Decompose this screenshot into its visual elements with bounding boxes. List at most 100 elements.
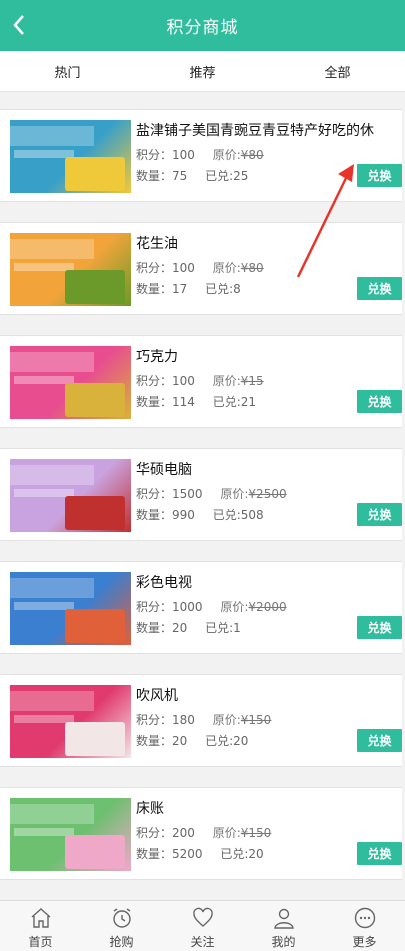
stock-row: 数量：20 已兑:20 — [136, 732, 248, 749]
original-price-label: 原价: — [220, 600, 249, 614]
redeem-button[interactable]: 兑换 — [357, 164, 402, 187]
image-banner — [10, 804, 94, 824]
product-item[interactable]: 巧克力 积分：100 原价:¥15 数量：114 已兑:21 兑换 — [0, 335, 402, 428]
tabbar-label: 首页 — [28, 935, 53, 949]
points-value: 积分：200 — [136, 826, 195, 840]
image-banner — [10, 578, 94, 598]
redeem-button[interactable]: 兑换 — [357, 616, 402, 639]
chevron-left-icon — [13, 15, 24, 35]
image-product — [65, 835, 125, 869]
tabbar-label: 我的 — [271, 935, 296, 949]
product-name[interactable]: 巧克力 — [136, 346, 398, 366]
redeemed-count: 已兑:508 — [212, 508, 264, 522]
original-price: 原价:¥150 — [213, 713, 272, 727]
product-name[interactable]: 华硕电脑 — [136, 459, 398, 479]
quantity-value: 数量：17 — [136, 282, 188, 296]
original-price: 原价:¥2500 — [220, 487, 286, 501]
image-banner — [10, 126, 94, 146]
redeemed-count: 已兑:20 — [220, 847, 264, 861]
quantity-value: 数量：114 — [136, 395, 195, 409]
back-button[interactable] — [6, 10, 32, 40]
original-price-value: ¥80 — [240, 261, 264, 275]
image-product — [65, 157, 125, 191]
product-name[interactable]: 床账 — [136, 798, 398, 818]
original-price: 原价:¥2000 — [220, 600, 286, 614]
product-name[interactable]: 花生油 — [136, 233, 398, 253]
original-price-value: ¥15 — [240, 374, 264, 388]
image-product — [65, 609, 125, 643]
redeemed-count: 已兑:20 — [205, 734, 249, 748]
product-image[interactable] — [10, 459, 131, 532]
tab-all[interactable]: 全部 — [270, 51, 405, 91]
tabbar-follow[interactable]: 关注 — [162, 901, 243, 951]
tabbar-label: 更多 — [352, 935, 377, 949]
category-tabs: 热门 推荐 全部 — [0, 51, 405, 92]
image-banner — [10, 352, 94, 372]
image-product — [65, 722, 125, 756]
product-image[interactable] — [10, 685, 131, 758]
product-image[interactable] — [10, 120, 131, 193]
page-title: 积分商城 — [166, 18, 239, 38]
quantity-value: 数量：5200 — [136, 847, 203, 861]
points-value: 积分：180 — [136, 713, 195, 727]
points-row: 积分：200 原价:¥150 — [136, 824, 271, 841]
redeemed-count: 已兑:21 — [212, 395, 257, 409]
tab-hot[interactable]: 热门 — [0, 51, 135, 91]
product-item[interactable]: 华硕电脑 积分：1500 原价:¥2500 数量：990 已兑:508 兑换 — [0, 448, 402, 541]
original-price-value: ¥2500 — [248, 487, 287, 501]
image-product — [65, 270, 125, 304]
redeem-button[interactable]: 兑换 — [357, 842, 402, 865]
product-name[interactable]: 吹风机 — [136, 685, 398, 705]
image-product — [65, 496, 125, 530]
original-price-label: 原价: — [212, 826, 241, 840]
quantity-value: 数量：75 — [136, 169, 188, 183]
alarm-clock-icon — [112, 908, 131, 928]
redeemed-count: 已兑:25 — [205, 169, 249, 183]
redeem-button[interactable]: 兑换 — [357, 729, 402, 752]
points-value: 积分：100 — [136, 148, 195, 162]
product-item[interactable]: 床账 积分：200 原价:¥150 数量：5200 已兑:20 兑换 — [0, 787, 402, 880]
redeem-button[interactable]: 兑换 — [357, 503, 402, 526]
redeemed-count: 已兑:8 — [205, 282, 241, 296]
quantity-value: 数量：20 — [136, 734, 188, 748]
tabbar-mine[interactable]: 我的 — [243, 901, 324, 951]
product-image[interactable] — [10, 233, 131, 306]
product-image[interactable] — [10, 798, 131, 871]
tabbar-home[interactable]: 首页 — [0, 901, 81, 951]
tabbar-label: 关注 — [190, 935, 215, 949]
tabbar-label: 抢购 — [109, 935, 134, 949]
original-price-value: ¥80 — [240, 148, 264, 162]
heart-icon — [192, 907, 213, 927]
product-image[interactable] — [10, 572, 131, 645]
original-price-value: ¥2000 — [248, 600, 287, 614]
redeem-button[interactable]: 兑换 — [357, 277, 402, 300]
redeemed-count: 已兑:1 — [205, 621, 241, 635]
tabbar-flash-sale[interactable]: 抢购 — [81, 901, 162, 951]
product-item[interactable]: 盐津铺子美国青豌豆青豆特产好吃的休 积分：100 原价:¥80 数量：75 已兑… — [0, 109, 402, 202]
points-value: 积分：1500 — [136, 487, 203, 501]
product-item[interactable]: 彩色电视 积分：1000 原价:¥2000 数量：20 已兑:1 兑换 — [0, 561, 402, 654]
original-price: 原价:¥80 — [213, 148, 264, 162]
redeem-button[interactable]: 兑换 — [357, 390, 402, 413]
stock-row: 数量：17 已兑:8 — [136, 280, 241, 297]
product-image[interactable] — [10, 346, 131, 419]
original-price-label: 原价: — [212, 148, 241, 162]
points-row: 积分：1500 原价:¥2500 — [136, 485, 287, 502]
points-row: 积分：180 原价:¥150 — [136, 711, 271, 728]
product-item[interactable]: 花生油 积分：100 原价:¥80 数量：17 已兑:8 兑换 — [0, 222, 402, 315]
home-icon — [31, 908, 50, 928]
product-name[interactable]: 盐津铺子美国青豌豆青豆特产好吃的休 — [136, 120, 398, 140]
original-price-value: ¥150 — [240, 713, 272, 727]
original-price-label: 原价: — [212, 374, 241, 388]
product-name[interactable]: 彩色电视 — [136, 572, 398, 592]
tabbar-more[interactable]: 更多 — [324, 901, 405, 951]
more-icon — [354, 907, 375, 929]
points-row: 积分：100 原价:¥80 — [136, 146, 264, 163]
image-banner — [10, 465, 94, 485]
image-banner — [10, 691, 94, 711]
app-header: 积分商城 — [0, 0, 405, 51]
points-row: 积分：100 原价:¥15 — [136, 372, 264, 389]
original-price-label: 原价: — [220, 487, 249, 501]
tab-recommend[interactable]: 推荐 — [135, 51, 270, 91]
product-item[interactable]: 吹风机 积分：180 原价:¥150 数量：20 已兑:20 兑换 — [0, 674, 402, 767]
